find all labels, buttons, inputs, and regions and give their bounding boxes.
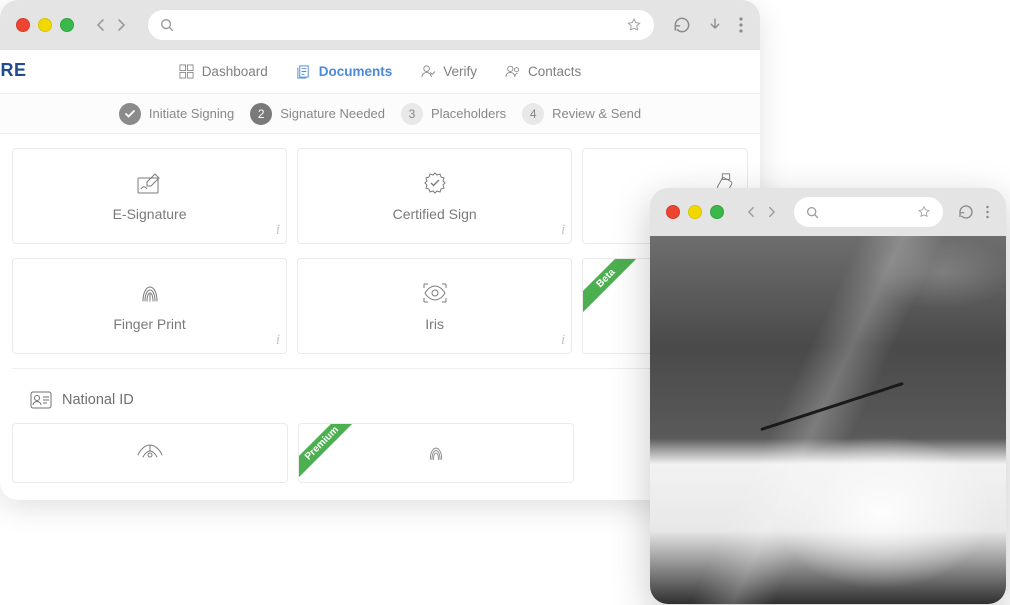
sign-pad-icon xyxy=(137,170,163,196)
window-minimize-button[interactable] xyxy=(688,205,702,219)
nav-documents[interactable]: Documents xyxy=(296,64,393,80)
nav-label: Dashboard xyxy=(202,64,268,79)
document-signing-photo xyxy=(650,236,1006,604)
back-button[interactable] xyxy=(92,16,110,34)
fingerprint-small-icon xyxy=(427,440,445,466)
nav-label: Verify xyxy=(443,64,477,79)
reload-icon[interactable] xyxy=(957,203,975,221)
step-badge: 2 xyxy=(250,103,272,125)
step-initiate-signing[interactable]: Initiate Signing xyxy=(119,103,234,125)
url-bar[interactable] xyxy=(148,10,654,40)
cards-area: E-Signature i Certified Sign i DSC/Smart xyxy=(0,134,760,483)
nav-arrows xyxy=(742,203,780,221)
card-fingerprint[interactable]: Finger Print i xyxy=(12,258,287,354)
card-label: Iris xyxy=(425,316,444,332)
step-badge: 4 xyxy=(522,103,544,125)
step-badge: 3 xyxy=(401,103,423,125)
signature-row-2: Finger Print i Iris i Beta xyxy=(12,258,748,354)
card-certified-sign[interactable]: Certified Sign i xyxy=(297,148,572,244)
verify-icon xyxy=(420,64,436,80)
iris-icon xyxy=(422,280,448,306)
forward-button[interactable] xyxy=(112,16,130,34)
secondary-browser-window xyxy=(650,188,1006,604)
nav-dashboard[interactable]: Dashboard xyxy=(179,64,268,80)
app-nav: JRE Dashboard Documents Verify Contacts xyxy=(0,50,760,94)
ribbon-label: Premium xyxy=(299,424,359,481)
nav-label: Contacts xyxy=(528,64,581,79)
contacts-icon xyxy=(505,64,521,80)
info-icon[interactable]: i xyxy=(276,332,280,349)
nav-label: Documents xyxy=(319,64,393,79)
card-aadhaar[interactable] xyxy=(12,423,288,483)
card-label: Certified Sign xyxy=(393,206,477,222)
card-e-signature[interactable]: E-Signature i xyxy=(12,148,287,244)
aadhaar-icon xyxy=(135,440,165,466)
browser-chrome xyxy=(0,0,760,50)
card-label: Finger Print xyxy=(113,316,185,332)
dashboard-icon xyxy=(179,64,195,80)
bookmark-star-icon[interactable] xyxy=(917,205,931,219)
step-label: Initiate Signing xyxy=(149,106,234,121)
traffic-lights xyxy=(16,18,74,32)
search-icon xyxy=(806,206,819,219)
section-title: National ID xyxy=(62,392,134,408)
stepper: Initiate Signing 2 Signature Needed 3 Pl… xyxy=(0,94,760,134)
window-close-button[interactable] xyxy=(666,205,680,219)
bookmark-star-icon[interactable] xyxy=(626,17,642,33)
card-label: E-Signature xyxy=(113,206,187,222)
step-label: Signature Needed xyxy=(280,106,385,121)
certified-icon xyxy=(423,170,447,196)
window-maximize-button[interactable] xyxy=(60,18,74,32)
chrome-actions xyxy=(672,15,744,35)
window-minimize-button[interactable] xyxy=(38,18,52,32)
signature-row-1: E-Signature i Certified Sign i DSC/Smart xyxy=(12,148,748,244)
download-icon[interactable] xyxy=(706,16,724,34)
browser-chrome xyxy=(650,188,1006,236)
card-iris[interactable]: Iris i xyxy=(297,258,572,354)
window-close-button[interactable] xyxy=(16,18,30,32)
more-icon[interactable] xyxy=(738,16,744,34)
pen-illustration xyxy=(760,382,904,431)
main-browser-window: JRE Dashboard Documents Verify Contacts xyxy=(0,0,760,500)
card-premium-national-id[interactable]: Premium xyxy=(298,423,574,483)
reload-icon[interactable] xyxy=(672,15,692,35)
section-national-id: National ID xyxy=(12,368,748,419)
window-maximize-button[interactable] xyxy=(710,205,724,219)
forward-button[interactable] xyxy=(762,203,780,221)
info-icon[interactable]: i xyxy=(561,222,565,239)
chrome-actions xyxy=(957,203,990,221)
step-placeholders[interactable]: 3 Placeholders xyxy=(401,103,506,125)
nav-arrows xyxy=(92,16,130,34)
info-icon[interactable]: i xyxy=(561,332,565,349)
step-signature-needed[interactable]: 2 Signature Needed xyxy=(250,103,385,125)
nav-verify[interactable]: Verify xyxy=(420,64,477,80)
step-label: Placeholders xyxy=(431,106,506,121)
fingerprint-icon xyxy=(139,280,161,306)
ribbon-label: Beta xyxy=(583,259,643,316)
step-badge-check-icon xyxy=(119,103,141,125)
step-label: Review & Send xyxy=(552,106,641,121)
step-review-send[interactable]: 4 Review & Send xyxy=(522,103,641,125)
back-button[interactable] xyxy=(742,203,760,221)
documents-icon xyxy=(296,64,312,80)
more-icon[interactable] xyxy=(985,204,990,220)
national-id-row: Premium xyxy=(12,423,748,483)
premium-ribbon: Premium xyxy=(299,424,359,483)
logo-fragment: JRE xyxy=(0,60,27,81)
id-card-icon xyxy=(30,391,52,409)
beta-ribbon: Beta xyxy=(583,259,643,319)
nav-contacts[interactable]: Contacts xyxy=(505,64,581,80)
search-icon xyxy=(160,18,174,32)
traffic-lights xyxy=(666,205,724,219)
url-bar[interactable] xyxy=(794,197,943,227)
info-icon[interactable]: i xyxy=(276,222,280,239)
